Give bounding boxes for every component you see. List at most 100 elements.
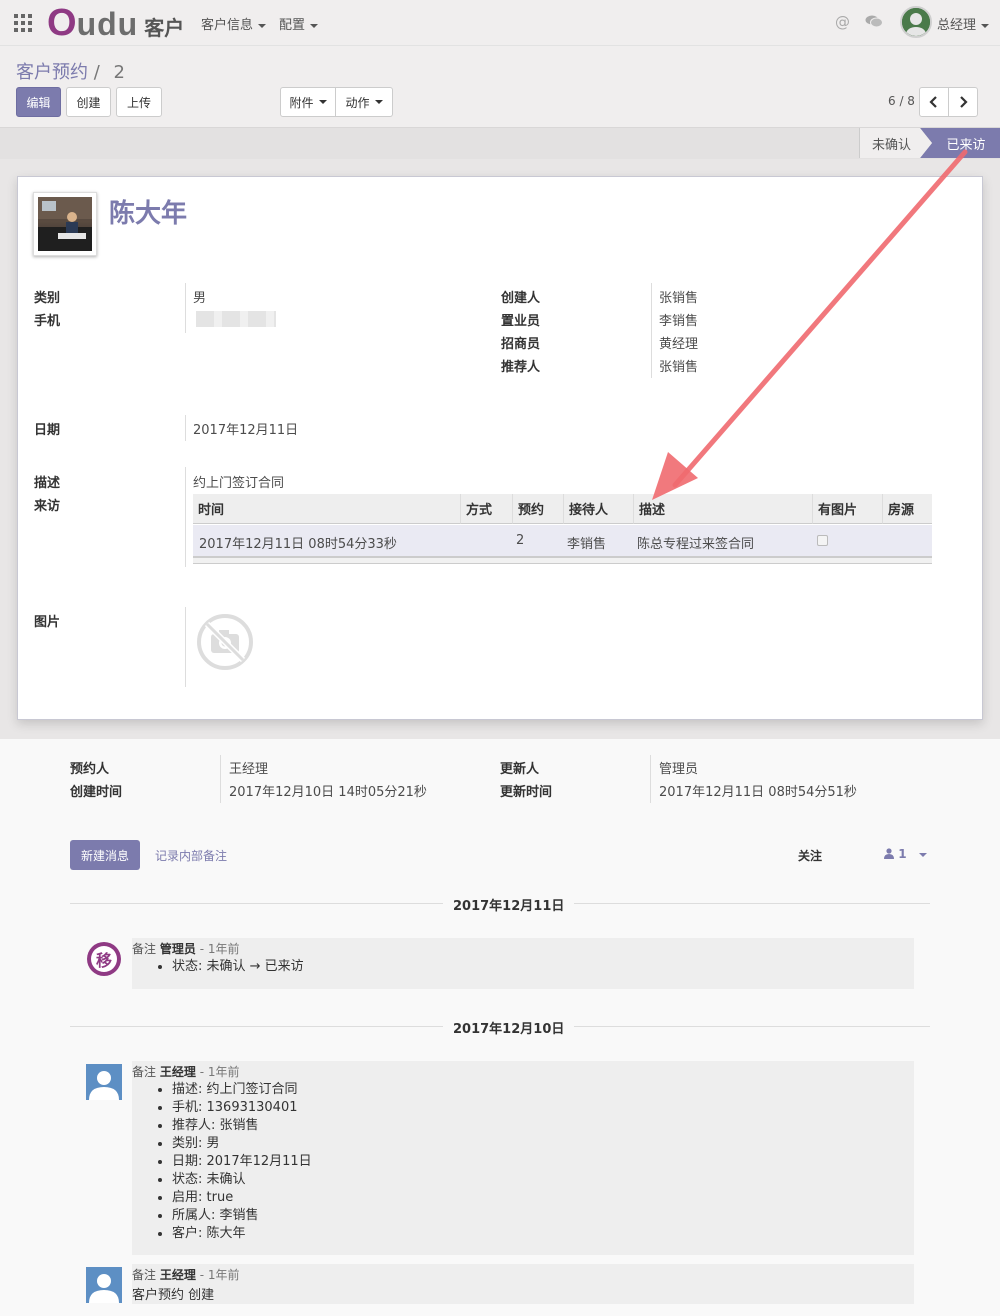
field-label-visits: 来访 bbox=[34, 499, 61, 514]
app-logo[interactable]: O udu 客户 bbox=[47, 3, 184, 43]
message-author[interactable]: 王经理 bbox=[160, 1268, 196, 1282]
upload-button[interactable]: 上传 bbox=[116, 87, 162, 117]
field-label-creator: 创建人 bbox=[501, 291, 541, 306]
create-button[interactable]: 创建 bbox=[66, 87, 111, 117]
message-type: 备注 bbox=[132, 1065, 157, 1079]
menu-customer-info[interactable]: 客户信息 bbox=[201, 14, 267, 33]
chatter-message: 备注 王经理 - 1年前 描述: 约上门签订合同 手机: 13693130401… bbox=[132, 1061, 914, 1255]
followers-count: 1 bbox=[898, 847, 907, 861]
field-label-image: 图片 bbox=[34, 615, 61, 630]
tracking-value: 所属人: 李销售 bbox=[172, 1207, 914, 1225]
field-divider bbox=[185, 283, 186, 333]
tracking-list: 描述: 约上门签订合同 手机: 13693130401 推荐人: 张销售 类别:… bbox=[132, 1081, 914, 1243]
message-header: 备注 王经理 - 1年前 bbox=[132, 1264, 914, 1284]
message-type: 备注 bbox=[132, 942, 157, 956]
column-header-appointment[interactable]: 预约 bbox=[512, 494, 563, 524]
meta-label-appointer: 预约人 bbox=[70, 762, 110, 777]
column-header-receptionist[interactable]: 接待人 bbox=[563, 494, 633, 524]
chat-icon[interactable] bbox=[865, 14, 883, 28]
field-description[interactable]: 约上门签订合同 bbox=[193, 472, 284, 491]
pager-previous-button[interactable] bbox=[919, 87, 949, 117]
new-message-button[interactable]: 新建消息 bbox=[70, 840, 140, 870]
tracking-value: 状态: 未确认 → 已来访 bbox=[172, 958, 914, 976]
field-divider bbox=[185, 607, 186, 687]
no-image-icon[interactable] bbox=[196, 613, 254, 671]
message-author[interactable]: 管理员 bbox=[160, 942, 196, 956]
apps-menu-icon[interactable] bbox=[14, 14, 32, 32]
user-avatar[interactable] bbox=[900, 6, 932, 38]
field-label-phone: 手机 bbox=[34, 314, 61, 329]
cell-receptionist: 李销售 bbox=[567, 537, 607, 552]
user-name: 总经理 bbox=[937, 18, 977, 33]
field-divider bbox=[185, 415, 186, 441]
tracking-value: 启用: true bbox=[172, 1189, 914, 1207]
meta-appointer[interactable]: 王经理 bbox=[229, 758, 268, 777]
column-header-method[interactable]: 方式 bbox=[460, 494, 512, 524]
message-type: 备注 bbox=[132, 1268, 157, 1282]
cell-appointment: 2 bbox=[516, 533, 525, 548]
caret-down-icon bbox=[318, 100, 327, 104]
mention-icon[interactable]: @ bbox=[835, 13, 850, 31]
followers-dropdown[interactable]: 1 bbox=[884, 847, 927, 861]
meta-updater[interactable]: 管理员 bbox=[659, 758, 698, 777]
user-avatar-icon bbox=[86, 1064, 122, 1100]
caret-down-icon bbox=[918, 852, 927, 857]
attachment-dropdown[interactable]: 附件 bbox=[280, 87, 336, 117]
action-dropdown[interactable]: 动作 bbox=[336, 87, 393, 117]
breadcrumb-current: 2 bbox=[113, 62, 125, 83]
date-separator: 2017年12月11日 bbox=[443, 895, 575, 914]
message-author[interactable]: 王经理 bbox=[160, 1065, 196, 1079]
edit-button[interactable]: 编辑 bbox=[16, 87, 61, 117]
tracking-value: 日期: 2017年12月11日 bbox=[172, 1153, 914, 1171]
meta-label-updater: 更新人 bbox=[500, 762, 540, 777]
caret-down-icon bbox=[310, 23, 319, 28]
field-divider bbox=[185, 467, 186, 567]
user-menu[interactable]: 总经理 bbox=[937, 14, 990, 33]
field-label-category: 类别 bbox=[34, 291, 61, 306]
tracking-value: 客户: 陈大年 bbox=[172, 1225, 914, 1243]
record-title[interactable]: 陈大年 bbox=[109, 193, 187, 230]
message-time: - 1年前 bbox=[199, 1268, 240, 1282]
customer-photo-image bbox=[38, 197, 92, 251]
table-footer bbox=[193, 558, 932, 564]
message-body: 客户预约 创建 bbox=[132, 1288, 215, 1303]
chevron-left-icon bbox=[929, 96, 937, 108]
field-divider bbox=[220, 755, 221, 803]
user-icon bbox=[884, 848, 894, 859]
logo-text: udu bbox=[76, 6, 139, 42]
pager-next-button[interactable] bbox=[948, 87, 978, 117]
breadcrumb-parent[interactable]: 客户预约 bbox=[16, 62, 88, 83]
log-note-link[interactable]: 记录内部备注 bbox=[155, 847, 227, 864]
meta-create-time: 2017年12月10日 14时05分21秒 bbox=[229, 785, 427, 800]
caret-down-icon bbox=[981, 23, 990, 28]
tracking-value: 类别: 男 bbox=[172, 1135, 914, 1153]
top-navbar: O udu 客户 客户信息 配置 @ 总经理 bbox=[0, 0, 1000, 46]
message-time: - 1年前 bbox=[199, 942, 240, 956]
field-date[interactable]: 2017年12月11日 bbox=[193, 419, 298, 438]
message-time: - 1年前 bbox=[199, 1065, 240, 1079]
control-panel: 客户预约 / 2 编辑 创建 上传 附件 动作 6 / 8 bbox=[0, 46, 1000, 128]
tracking-value: 状态: 未确认 bbox=[172, 1171, 914, 1189]
has-image-checkbox[interactable] bbox=[817, 535, 828, 546]
field-label-sales: 置业员 bbox=[501, 314, 541, 329]
meta-label-create-time: 创建时间 bbox=[70, 785, 123, 800]
follow-button[interactable]: 关注 bbox=[798, 847, 822, 864]
avatar-character: 移 bbox=[95, 951, 112, 970]
meta-label-update-time: 更新时间 bbox=[500, 785, 553, 800]
customer-photo[interactable] bbox=[33, 192, 97, 256]
breadcrumb: 客户预约 / 2 bbox=[16, 58, 125, 84]
menu-config[interactable]: 配置 bbox=[279, 14, 319, 33]
tracking-value: 描述: 约上门签订合同 bbox=[172, 1081, 914, 1099]
cell-time: 2017年12月11日 08时54分33秒 bbox=[199, 537, 397, 552]
pager-value[interactable]: 6 / 8 bbox=[888, 94, 915, 108]
app-name: 客户 bbox=[144, 16, 185, 40]
field-label-merchant: 招商员 bbox=[501, 337, 541, 352]
column-header-time[interactable]: 时间 bbox=[193, 494, 460, 524]
meta-update-time: 2017年12月11日 08时54分51秒 bbox=[659, 785, 857, 800]
user-avatar-icon bbox=[86, 1267, 122, 1303]
tracking-value: 手机: 13693130401 bbox=[172, 1099, 914, 1117]
user-avatar-image bbox=[902, 8, 930, 36]
action-label: 动作 bbox=[345, 95, 370, 110]
field-category[interactable]: 男 bbox=[193, 287, 206, 306]
table-row[interactable]: 2017年12月11日 08时54分33秒 2 李销售 陈总专程过来签合同 bbox=[193, 525, 932, 556]
